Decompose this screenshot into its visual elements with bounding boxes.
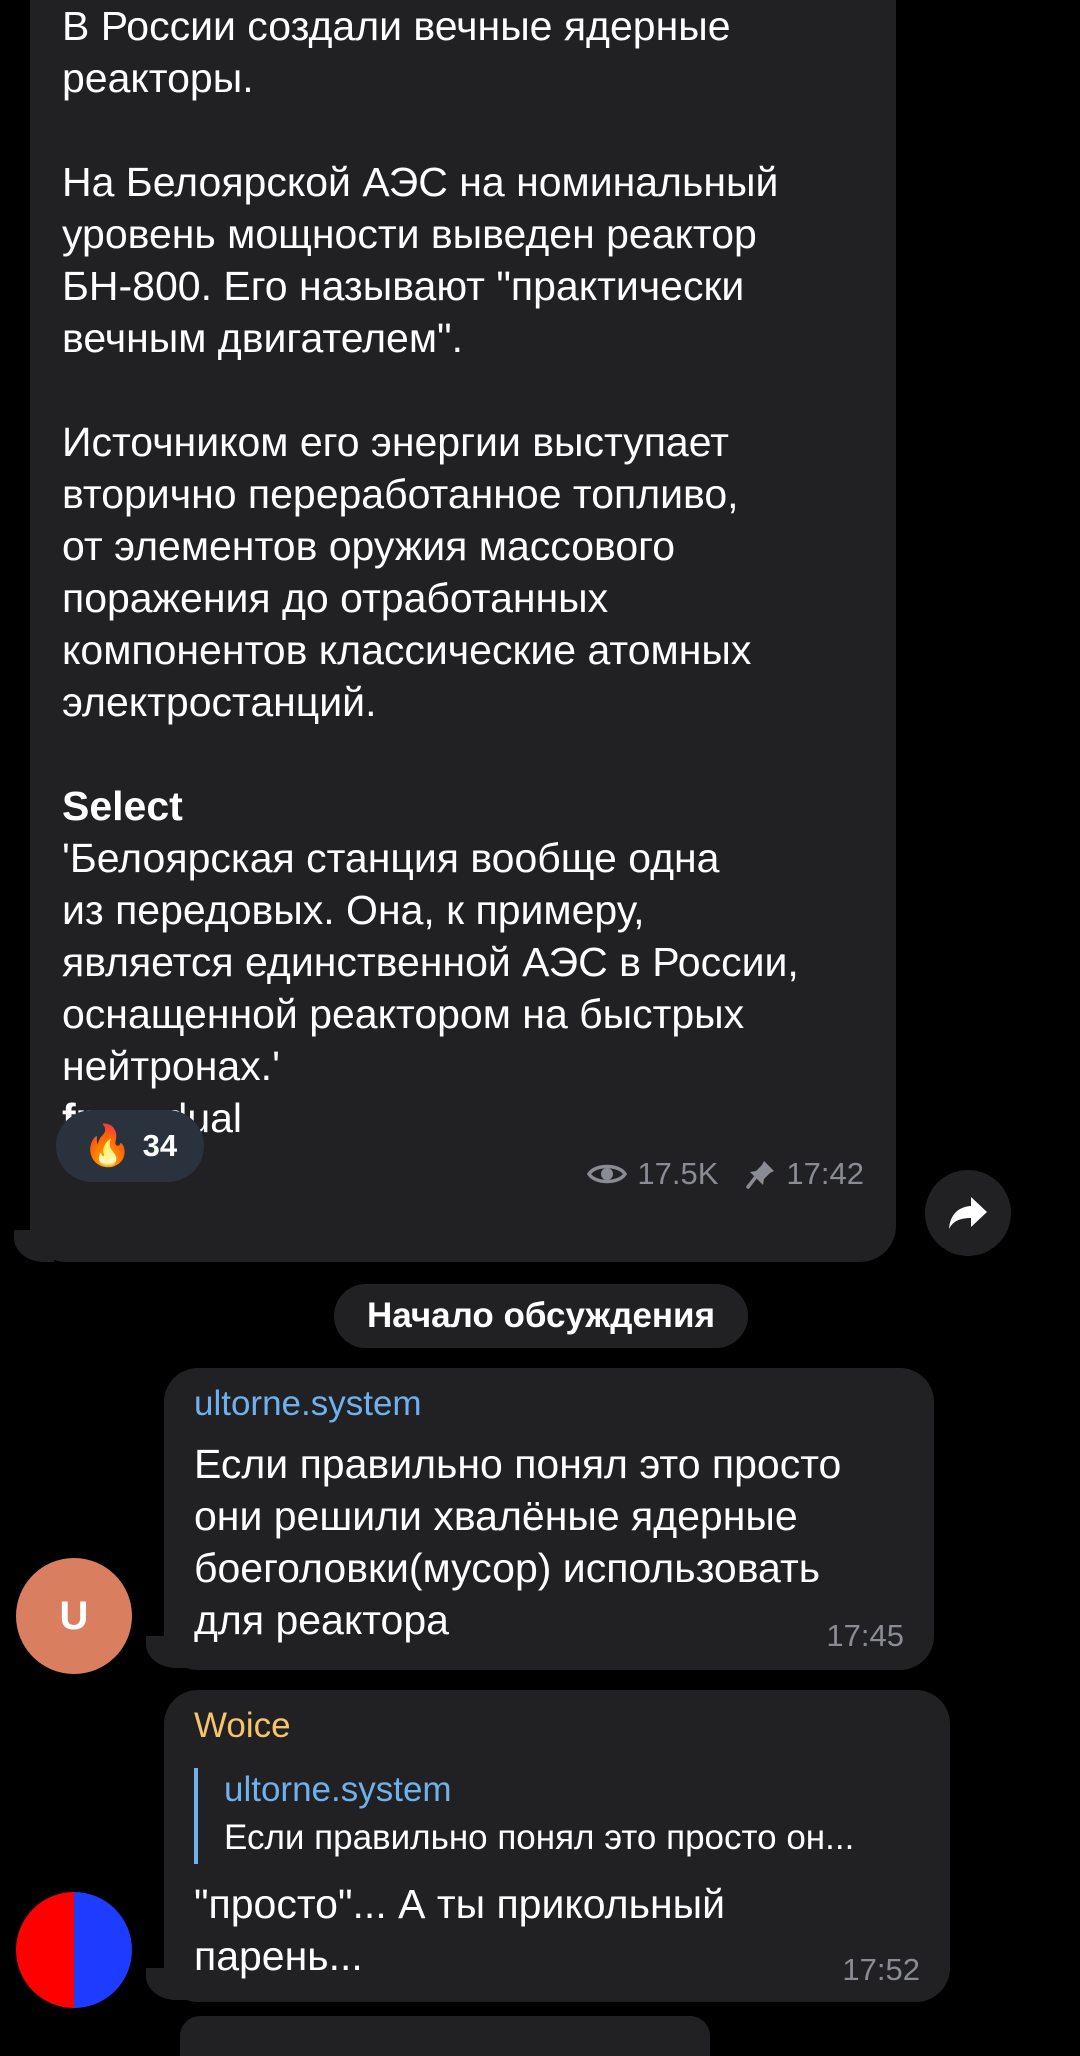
comment-time: 17:45 [826, 1618, 904, 1653]
comment-author[interactable]: Woice [194, 1706, 291, 1746]
discussion-start-divider: Начало обсуждения [334, 1284, 748, 1348]
comment-2[interactable]: Woice ultorne.system Если правильно поня… [164, 1690, 950, 2002]
post-body: В России создали вечные ядерные реакторы… [62, 0, 892, 1144]
reply-author: ultorne.system [224, 1770, 452, 1809]
post-paragraph-1: В России создали вечные ядерные реакторы… [62, 3, 731, 101]
avatar-woice[interactable] [16, 1892, 132, 2008]
post-paragraph-2: На Белоярской АЭС на номинальный уровень… [62, 159, 779, 361]
post-meta: 17.5K 17:42 [587, 1156, 864, 1192]
next-comment-partial[interactable] [180, 2016, 710, 2056]
post-time: 17:42 [786, 1156, 864, 1191]
comment-text: "просто"... А ты прикольный парень... [194, 1881, 725, 1979]
pin-icon [746, 1159, 776, 1189]
share-arrow-icon [947, 1195, 989, 1231]
comment-text: Если правильно понял это просто они реши… [194, 1441, 842, 1643]
discussion-start-label: Начало обсуждения [366, 1296, 715, 1335]
channel-post[interactable]: В России создали вечные ядерные реакторы… [30, 0, 896, 1262]
reply-quote[interactable]: ultorne.system Если правильно понял это … [194, 1768, 854, 1864]
reply-text: Если правильно понял это просто он... [224, 1818, 855, 1857]
share-button[interactable] [925, 1170, 1011, 1256]
avatar-ultorne[interactable]: U [16, 1558, 132, 1674]
fire-emoji: 🔥 [82, 1124, 133, 1168]
reaction-count: 34 [142, 1128, 178, 1163]
quote-text: 'Белоярская станция вообще одна из перед… [62, 835, 799, 1089]
comment-1[interactable]: ultorne.system Если правильно понял это … [164, 1368, 934, 1670]
post-paragraph-3: Источником его энергии выступает вторичн… [62, 419, 752, 725]
eye-icon [587, 1160, 628, 1188]
comment-author[interactable]: ultorne.system [194, 1384, 422, 1424]
select-label: Select [62, 783, 183, 829]
views-count: 17.5K [637, 1156, 719, 1191]
avatar-letter: U [59, 1593, 89, 1638]
comment-time: 17:52 [842, 1952, 920, 1987]
reaction-fire[interactable]: 🔥 34 [56, 1110, 204, 1182]
